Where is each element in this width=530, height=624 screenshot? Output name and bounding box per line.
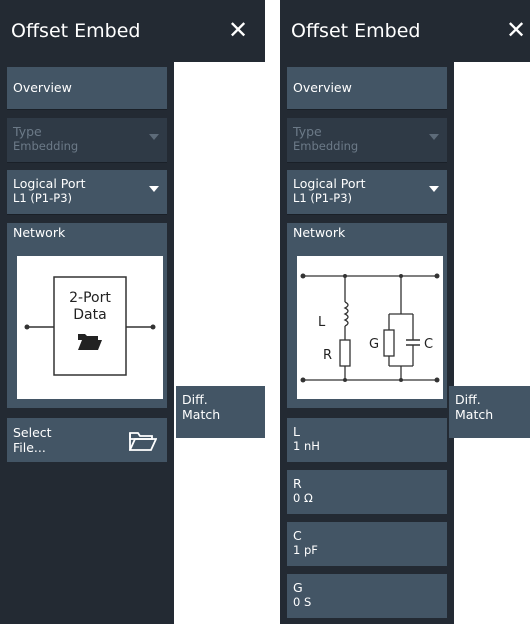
diff-line1: Diff. [182,392,208,407]
dialog-title: Offset Embed [11,20,141,42]
logical-port-dropdown[interactable]: Logical Port L1 (P1-P3) [7,170,167,214]
logical-port-label: Logical Port [13,176,86,191]
logical-port-value: L1 (P1-P3) [293,191,353,205]
overview-label: Overview [13,80,72,95]
overview-button[interactable]: Overview [7,67,167,109]
network-section-label: Network [7,223,167,242]
diagram-text-line2: Data [73,307,106,323]
right-title-bar: Offset Embed ✕ [280,0,530,62]
type-dropdown: Type Embedding [7,118,167,162]
left-title-bar: Offset Embed ✕ [0,0,265,62]
logical-port-label: Logical Port [293,176,366,191]
label-l: L [318,315,326,330]
diff-line2: Match [182,407,221,422]
param-label: R [293,476,302,491]
diff-line1: Diff. [455,392,481,407]
type-value: Embedding [13,139,79,153]
param-value: 0 Ω [293,491,313,505]
overview-button[interactable]: Overview [287,67,447,109]
close-icon[interactable]: ✕ [506,16,526,44]
two-port-diagram-graphic: 2-Port Data [24,276,156,376]
type-label: Type [13,124,42,139]
type-value: Embedding [293,139,359,153]
chevron-down-icon [149,134,159,140]
label-r: R [323,348,332,363]
param-l-field[interactable]: L 1 nH [287,418,447,462]
select-file-line2: File... [13,440,46,455]
type-dropdown: Type Embedding [287,118,447,162]
diff-line2: Match [455,407,494,422]
diagram-text-line1: 2-Port [69,290,111,306]
rlgc-circuit-graphic: L R G C [300,273,440,383]
chevron-down-icon [429,186,439,192]
chevron-down-icon [429,134,439,140]
diff-match-button[interactable]: Diff. Match [449,386,530,438]
select-file-button[interactable]: Select File... [7,418,167,462]
param-value: 1 pF [293,543,318,557]
param-value: 0 S [293,595,312,609]
label-c: C [424,337,433,352]
param-label: C [293,528,302,543]
close-icon[interactable]: ✕ [228,16,248,44]
rlgc-circuit-diagram[interactable]: L R G C [297,256,443,399]
two-port-data-diagram[interactable]: 2-Port Data [17,256,163,399]
overview-label: Overview [293,80,352,95]
type-label: Type [293,124,322,139]
param-value: 1 nH [293,439,320,453]
chevron-down-icon [149,186,159,192]
param-label: L [293,424,300,439]
select-file-line1: Select [13,425,52,440]
param-g-field[interactable]: G 0 S [287,574,447,618]
network-section-label: Network [287,223,447,242]
dialog-title: Offset Embed [291,20,421,42]
logical-port-dropdown[interactable]: Logical Port L1 (P1-P3) [287,170,447,214]
param-c-field[interactable]: C 1 pF [287,522,447,566]
folder-open-icon [129,432,157,451]
logical-port-value: L1 (P1-P3) [13,191,73,205]
label-g: G [369,337,379,352]
diff-match-button[interactable]: Diff. Match [176,386,265,438]
param-r-field[interactable]: R 0 Ω [287,470,447,514]
param-label: G [293,580,303,595]
